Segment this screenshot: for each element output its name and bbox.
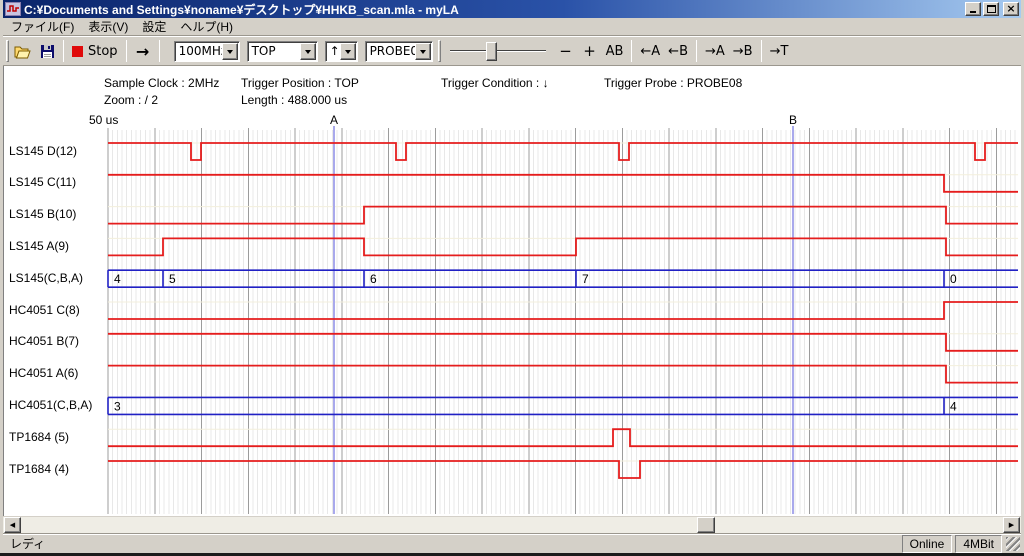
bus-value: 4 [114,272,121,286]
bus-value: 5 [169,272,176,286]
status-memory-badge: 4MBit [955,535,1002,553]
dropdown-arrow-icon[interactable] [340,43,356,60]
zoom-in-button[interactable]: + [578,39,602,63]
save-floppy-icon [40,44,55,59]
close-icon: × [1006,3,1015,15]
trigger-position-value: TOP [248,43,300,59]
toolbar-separator [696,40,697,62]
trigger-edge-combo[interactable]: ↑ [325,41,358,62]
toolbar-gripper[interactable] [438,40,441,62]
signal-waveform [108,302,1018,319]
scroll-left-icon: ◀ [10,521,15,529]
toolbar: Stop → 100MHz TOP ↑ PROBE00 − + AB ←A [3,36,1021,66]
waveform-client: Sample Clock : 2MHz Trigger Position : T… [3,66,1021,516]
maximize-button[interactable] [983,2,999,16]
toolbar-separator [63,40,64,62]
probe-combo[interactable]: PROBE00 [365,41,433,62]
menu-bar: ファイル(F) 表示(V) 設定 ヘルプ(H) [3,18,1021,36]
signal-label[interactable]: LS145 C(11) [9,174,107,190]
signal-label[interactable]: LS145 D(12) [9,143,107,159]
horizontal-scrollbar[interactable]: ◀ ▶ [3,516,1021,533]
toolbar-separator [761,40,762,62]
toolbar-gripper[interactable] [6,40,9,62]
stop-label: Stop [88,44,118,59]
signal-label[interactable]: TP1684 (4) [9,461,107,477]
signal-waveform [108,334,1018,351]
app-icon [5,2,21,16]
signal-label[interactable]: HC4051 B(7) [9,333,107,349]
scroll-right-icon: ▶ [1009,521,1014,529]
status-bar: レディ Online 4MBit [3,533,1021,553]
menu-help[interactable]: ヘルプ(H) [173,17,240,37]
toolbar-separator [159,40,160,62]
signal-waveform [108,238,1018,255]
signal-waveform [108,175,1018,192]
scrollbar-thumb[interactable] [697,517,715,533]
ab-span-button[interactable]: AB [602,39,628,63]
zoom-slider[interactable] [450,40,546,62]
run-button[interactable]: → [131,39,155,63]
signal-label[interactable]: HC4051 C(8) [9,302,107,318]
signal-waveform [108,429,1018,446]
menu-file[interactable]: ファイル(F) [4,17,81,37]
minimize-button[interactable] [965,2,981,16]
save-file-button[interactable] [35,39,59,63]
stop-button[interactable]: Stop [68,39,122,63]
signal-waveform [108,461,1018,478]
minimize-icon [970,11,976,13]
signal-label[interactable]: HC4051(C,B,A) [9,397,107,413]
probe-value: PROBE00 [366,43,415,59]
trigger-edge-value: ↑ [326,43,340,59]
title-bar: C:¥Documents and Settings¥noname¥デスクトップ¥… [3,0,1021,18]
toolbar-separator [126,40,127,62]
window-title: C:¥Documents and Settings¥noname¥デスクトップ¥… [24,1,963,18]
bus-value: 4 [950,399,957,413]
bus-value: 7 [582,272,589,286]
signal-label[interactable]: LS145 A(9) [9,238,107,254]
resize-grip[interactable] [1006,537,1020,551]
status-online-badge: Online [902,535,953,553]
close-button[interactable]: × [1003,2,1019,16]
goto-trigger-button[interactable]: →T [766,39,793,63]
bus-value: 0 [950,272,957,286]
signal-label[interactable]: TP1684 (5) [9,429,107,445]
scroll-left-button[interactable]: ◀ [4,517,21,533]
zoom-slider-track [450,50,546,52]
bus-value: 6 [370,272,377,286]
zoom-out-button[interactable]: − [554,39,578,63]
stop-icon [72,46,83,57]
status-ready-text: レディ [4,533,902,554]
toolbar-separator [631,40,632,62]
signal-label[interactable]: LS145 B(10) [9,206,107,222]
bus-value: 3 [114,399,121,413]
prev-marker-b-button[interactable]: ←B [664,39,692,63]
dropdown-arrow-icon[interactable] [415,43,431,60]
next-marker-b-button[interactable]: →B [729,39,757,63]
dropdown-arrow-icon[interactable] [300,43,316,60]
maximize-icon [987,5,996,13]
next-marker-a-button[interactable]: →A [701,39,729,63]
signal-label[interactable]: HC4051 A(6) [9,365,107,381]
menu-view[interactable]: 表示(V) [81,17,135,37]
app-window: C:¥Documents and Settings¥noname¥デスクトップ¥… [0,0,1024,556]
signal-label[interactable]: LS145(C,B,A) [9,270,107,286]
sample-clock-value: 100MHz [175,43,222,59]
signal-waveform [108,366,1018,383]
waveform-canvas[interactable]: 4 5 6 7 0 3 4 [3,66,1021,516]
zoom-slider-thumb[interactable] [486,42,497,61]
open-file-button[interactable] [10,39,35,63]
scroll-right-button[interactable]: ▶ [1003,517,1020,533]
signal-waveform [108,207,1018,224]
open-folder-icon [14,44,31,59]
prev-marker-a-button[interactable]: ←A [636,39,664,63]
signal-waveform [108,143,1018,160]
sample-clock-combo[interactable]: 100MHz [174,41,240,62]
trigger-position-combo[interactable]: TOP [247,41,318,62]
menu-settings[interactable]: 設定 [135,17,173,37]
dropdown-arrow-icon[interactable] [222,43,238,60]
